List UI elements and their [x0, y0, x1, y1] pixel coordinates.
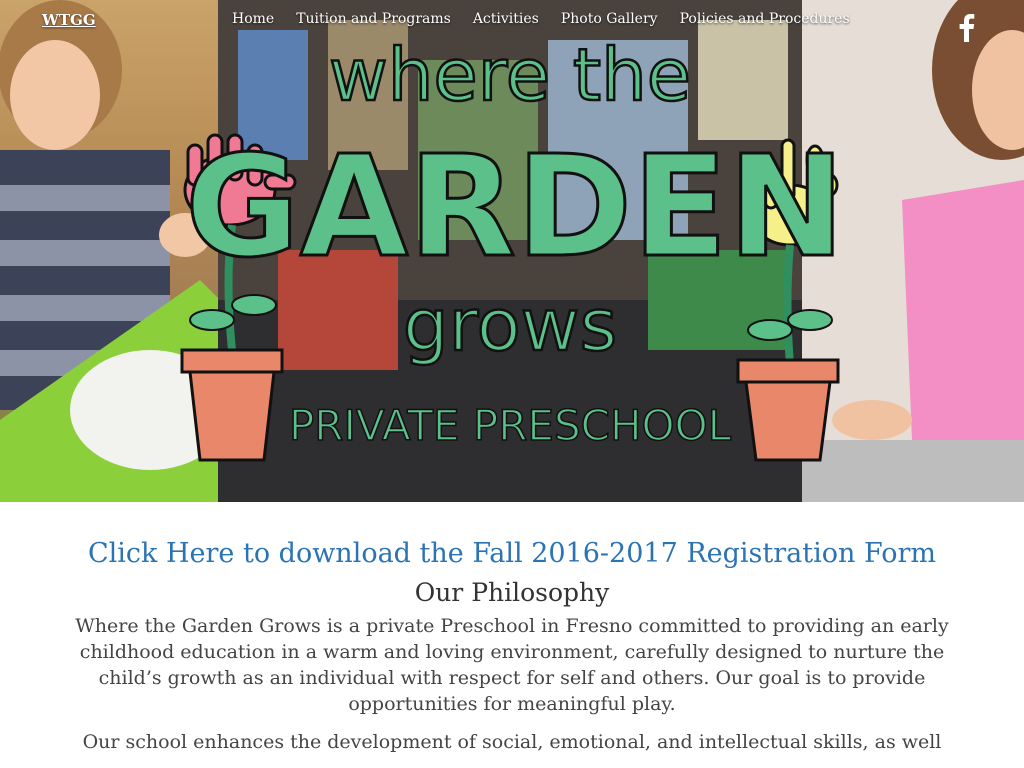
philosophy-paragraph-2: Our school enhances the development of s…	[82, 731, 942, 754]
nav-tuition-and-programs[interactable]: Tuition and Programs	[296, 11, 451, 27]
nav-home[interactable]: Home	[232, 11, 274, 27]
philosophy-heading: Our Philosophy	[414, 578, 610, 608]
nav-policies-and-procedures[interactable]: Policies and Procedures	[680, 11, 850, 27]
logo-line1: where the	[329, 33, 691, 117]
nav-photo-gallery[interactable]: Photo Gallery	[561, 11, 658, 27]
school-logo: where the GARDEN grows PRIVATE PRESCHOOL	[180, 32, 847, 462]
logo-line2: GARDEN	[185, 126, 845, 289]
facebook-icon[interactable]	[956, 12, 976, 42]
brand-link[interactable]: WTGG	[42, 11, 96, 29]
flower-pot-left-icon	[180, 348, 284, 462]
nav-activities[interactable]: Activities	[473, 11, 539, 27]
flower-pot-right-icon	[736, 358, 840, 462]
logo-line3: grows	[403, 283, 617, 367]
philosophy-paragraph-1: Where the Garden Grows is a private Pres…	[75, 615, 949, 716]
logo-line4: PRIVATE PRESCHOOL	[289, 401, 732, 450]
top-navigation: WTGG Home Tuition and Programs Activitie…	[0, 0, 1024, 44]
nav-menu: Home Tuition and Programs Activities Pho…	[232, 11, 872, 27]
registration-form-link[interactable]: Click Here to download the Fall 2016-201…	[0, 538, 1024, 570]
main-content: Click Here to download the Fall 2016-201…	[0, 502, 1024, 755]
hero-banner: where the GARDEN grows PRIVATE PRESCHOOL…	[0, 0, 1024, 502]
